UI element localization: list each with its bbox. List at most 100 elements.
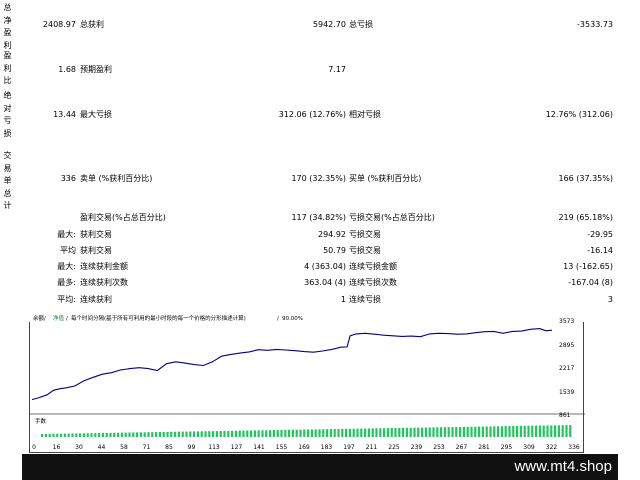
statistics-panel: 总净盈利 盈利比 绝对亏损 交易单总计 2408.97 总获利 5942.70 …	[0, 0, 640, 310]
average-profit-value: 50.79	[323, 246, 346, 255]
volume-bar	[272, 430, 275, 437]
volume-bar	[52, 433, 55, 437]
gross-loss-value: -3533.73	[577, 20, 613, 29]
volume-bar	[546, 425, 549, 437]
volume-bar	[257, 430, 260, 437]
legend-note-text: 每个时间分隔(基于所有可利用的最小时段的每一个价格的分形描述计算)	[71, 314, 246, 322]
x-tick-label: 127	[231, 444, 243, 451]
volume-bar	[44, 433, 47, 437]
gross-profit-value: 5942.70	[312, 20, 346, 29]
volume-bar	[94, 433, 97, 437]
max-consecutive-losses-value: 13 (-162.65)	[563, 262, 613, 271]
max-drawdown-value: 312.06 (12.76%)	[278, 110, 346, 119]
legend-balance-text: 余额	[33, 314, 45, 322]
x-tick-label: 0	[32, 444, 36, 451]
long-positions-label: 买单 (%获利百分比)	[349, 174, 422, 183]
y-tick-label: 2895	[559, 342, 574, 349]
legend-equity-text: 净值	[53, 314, 65, 322]
volume-bar	[405, 427, 408, 437]
largest-profit-label: 获利交易	[80, 230, 112, 239]
volume-bar	[253, 430, 256, 437]
legend-separator-1: /	[44, 316, 46, 322]
volume-bar	[307, 429, 310, 437]
short-positions-value: 170 (32.35%)	[291, 174, 346, 183]
volume-bar	[527, 425, 530, 437]
volume-bar	[333, 429, 336, 437]
volume-bar	[413, 427, 416, 437]
volume-bar	[215, 431, 218, 437]
volume-bar	[284, 429, 287, 437]
x-tick-label: 197	[343, 444, 355, 451]
volume-bar	[386, 428, 389, 437]
volume-bar	[485, 426, 488, 437]
x-tick-label: 309	[523, 444, 535, 451]
volume-bar	[299, 429, 302, 437]
volume-bar	[500, 426, 503, 437]
volume-bar	[170, 431, 173, 437]
profit-trades-value: 117 (34.82%)	[291, 213, 346, 222]
volume-bar	[432, 427, 435, 437]
volume-bar	[348, 428, 351, 437]
volume-bar	[303, 429, 306, 437]
x-tick-label: 322	[546, 444, 558, 451]
volume-bar	[79, 433, 82, 437]
volume-bar	[291, 429, 294, 437]
y-tick-label: 1539	[559, 389, 574, 396]
volume-bar	[557, 425, 560, 437]
max-consecutive-wins-label: 连续获利金额	[80, 262, 128, 271]
volume-bar	[82, 433, 85, 437]
volume-bar	[367, 428, 370, 437]
volume-bar	[219, 430, 222, 437]
x-tick-label: 155	[276, 444, 288, 451]
volume-bar	[234, 430, 237, 437]
x-tick-label: 336	[568, 444, 580, 451]
loss-trades-value: 219 (65.18%)	[558, 213, 613, 222]
balance-chart: 余额 / 净值 / 每个时间分隔(基于所有可利用的最小时段的每一个价格的分形描述…	[29, 312, 585, 453]
volume-bar	[459, 426, 462, 437]
average-consecutive-wins-value: 1	[340, 295, 346, 304]
x-tick-label: 281	[478, 444, 490, 451]
volume-bar	[242, 430, 245, 437]
absolute-drawdown-value: 13.44	[53, 110, 76, 119]
volume-bar	[470, 426, 473, 437]
volume-bar	[117, 432, 120, 437]
max-drawdown-label: 最大亏损	[80, 110, 112, 119]
largest-loss-label: 亏损交易	[349, 230, 381, 239]
volume-bar	[512, 426, 515, 437]
loss-trades-label: 亏损交易(%占总百分比)	[349, 213, 435, 222]
x-tick-label: 99	[188, 444, 196, 451]
volume-bar	[113, 432, 116, 437]
volume-bar	[371, 428, 374, 437]
volume-bar	[535, 425, 538, 437]
x-tick-label: 267	[456, 444, 468, 451]
volume-bar	[136, 432, 139, 437]
volume-bar	[109, 432, 112, 437]
volume-bar	[105, 432, 108, 437]
volume-bar	[238, 430, 241, 437]
volume-bar	[394, 428, 397, 437]
y-tick-label: 3573	[559, 318, 574, 325]
volume-bar	[481, 426, 484, 437]
volume-bar	[75, 433, 78, 437]
volume-bar	[295, 429, 298, 437]
maximal-consecutive-loss-label: 连续亏损次数	[349, 278, 397, 287]
volume-bar	[504, 426, 507, 437]
volume-bar	[318, 429, 321, 437]
volume-bar	[493, 426, 496, 437]
volume-bar	[208, 431, 211, 437]
short-positions-label: 卖单 (%获利百分比)	[80, 174, 153, 183]
volume-bar	[132, 432, 135, 437]
volume-bar	[542, 425, 545, 437]
volume-bar	[288, 429, 291, 437]
volume-bar	[417, 427, 420, 437]
maximal-consecutive-profit-label: 连续获利次数	[80, 278, 128, 287]
x-tick-label: 71	[143, 444, 151, 451]
volume-bar	[550, 425, 553, 437]
volume-bar	[41, 434, 44, 437]
volume-bar	[185, 431, 188, 437]
average-consecutive-losses-label: 连续亏损	[349, 295, 381, 304]
volume-bar	[261, 430, 264, 437]
x-tick-label: 295	[501, 444, 513, 451]
volume-bar	[193, 431, 196, 437]
volume-bar	[516, 425, 519, 437]
